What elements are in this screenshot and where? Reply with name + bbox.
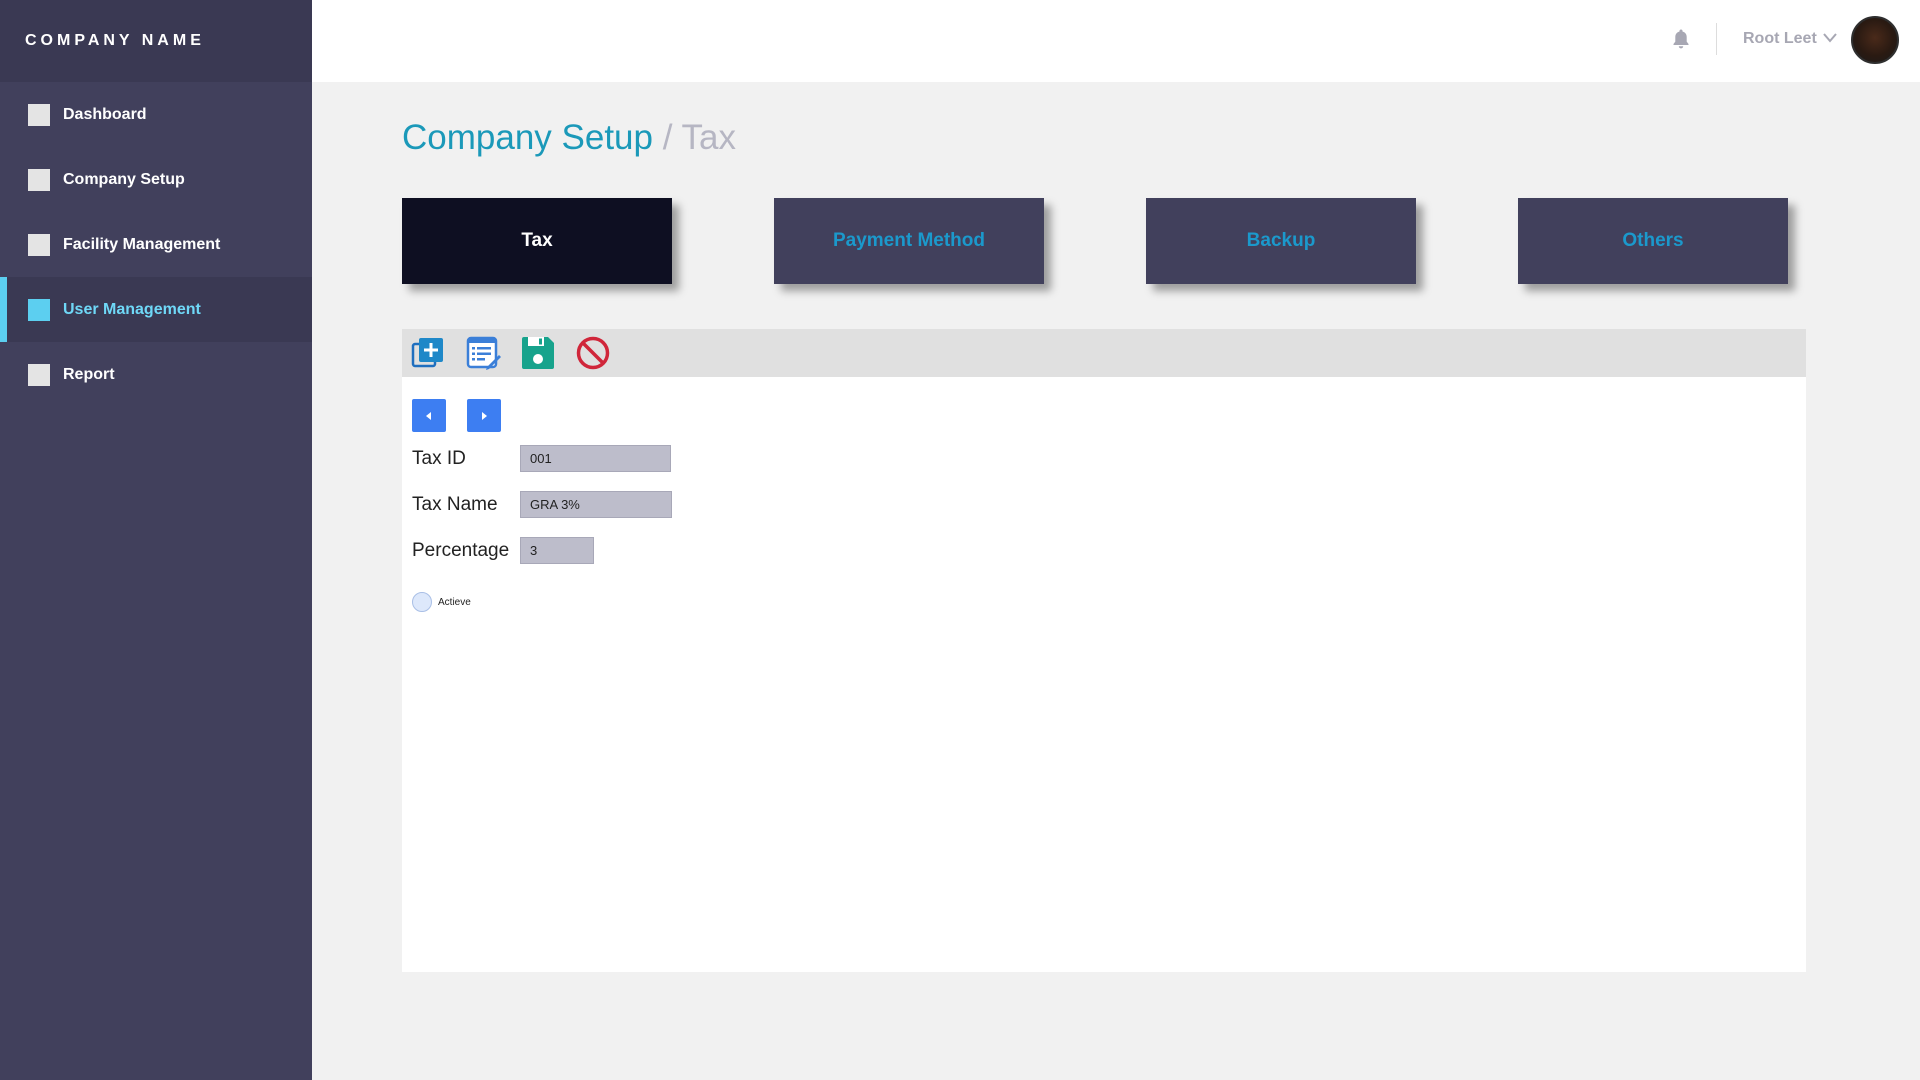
sidebar-item-label: User Management — [63, 300, 201, 318]
username[interactable]: Root Leet — [1743, 30, 1817, 48]
previous-button[interactable] — [412, 399, 446, 432]
company-name: COMPANY NAME — [25, 32, 205, 49]
tab-others[interactable]: Others — [1518, 198, 1788, 284]
cancel-icon[interactable] — [575, 335, 611, 371]
sidebar: COMPANY NAME Dashboard Company Setup Fac… — [0, 0, 312, 1080]
tab-backup[interactable]: Backup — [1146, 198, 1416, 284]
facility-management-icon — [28, 233, 50, 256]
percentage-input[interactable] — [520, 537, 594, 564]
avatar[interactable] — [1851, 16, 1899, 64]
tax-id-label: Tax ID — [412, 448, 466, 469]
add-icon[interactable] — [410, 335, 446, 371]
save-icon[interactable] — [520, 335, 556, 371]
next-button[interactable] — [467, 399, 501, 432]
next-icon — [482, 411, 487, 420]
bell-icon[interactable] — [1671, 28, 1691, 50]
tax-name-input[interactable] — [520, 491, 672, 518]
sidebar-item-label: Company Setup — [63, 170, 185, 188]
sidebar-item-user-management[interactable]: User Management — [0, 277, 312, 342]
edit-list-icon[interactable] — [465, 335, 501, 371]
topbar: Root Leet — [312, 0, 1920, 82]
toolbar — [402, 329, 1806, 377]
tab-tax[interactable]: Tax — [402, 198, 672, 284]
tax-id-input[interactable] — [520, 445, 671, 472]
tab-label: Payment Method — [832, 230, 986, 251]
breadcrumb: Company Setup / Tax — [402, 118, 736, 158]
company-setup-icon — [28, 168, 50, 191]
tab-label: Others — [1622, 230, 1684, 251]
user-management-icon — [28, 298, 50, 321]
tab-label: Backup — [1246, 230, 1316, 251]
breadcrumb-main[interactable]: Company Setup — [402, 118, 653, 157]
tab-payment-method[interactable]: Payment Method — [774, 198, 1044, 284]
tax-panel: Tax ID Tax Name Percentage Actieve — [402, 329, 1806, 972]
sidebar-item-dashboard[interactable]: Dashboard — [0, 82, 312, 147]
chevron-down-icon[interactable] — [1822, 30, 1838, 46]
percentage-label: Percentage — [412, 540, 510, 561]
tax-name-label: Tax Name — [412, 494, 498, 515]
dashboard-icon — [28, 103, 50, 126]
sidebar-item-label: Dashboard — [63, 105, 147, 123]
previous-icon — [426, 411, 431, 420]
breadcrumb-separator: / — [652, 118, 682, 157]
tab-label: Tax — [521, 230, 553, 251]
active-radio[interactable] — [412, 592, 432, 612]
active-radio-label: Actieve — [438, 597, 471, 608]
brand-header: COMPANY NAME — [0, 0, 312, 82]
sidebar-item-label: Report — [63, 365, 115, 383]
report-icon — [28, 363, 50, 386]
breadcrumb-current: Tax — [681, 118, 736, 157]
sidebar-nav: Dashboard Company Setup Facility Managem… — [0, 82, 312, 407]
sidebar-item-label: Facility Management — [63, 235, 221, 253]
sidebar-item-facility-management[interactable]: Facility Management — [0, 212, 312, 277]
topbar-divider — [1716, 23, 1717, 55]
sidebar-item-company-setup[interactable]: Company Setup — [0, 147, 312, 212]
sidebar-item-report[interactable]: Report — [0, 342, 312, 407]
